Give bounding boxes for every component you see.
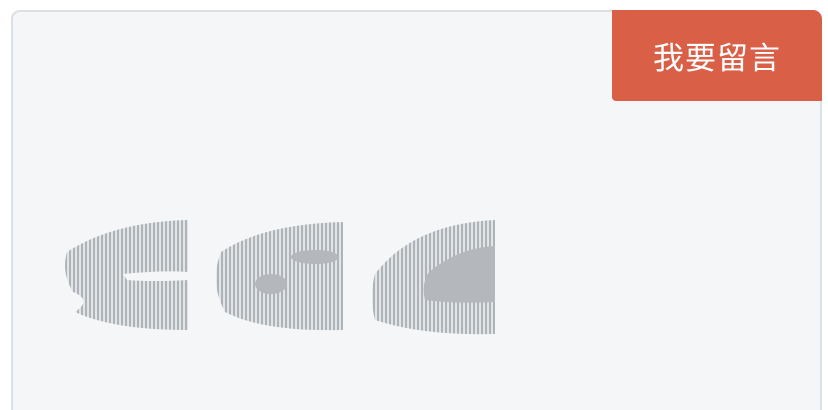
comment-card: 我要留言	[11, 10, 822, 410]
blurred-placeholder-icon	[65, 220, 495, 335]
leave-comment-button[interactable]: 我要留言	[612, 10, 822, 101]
placeholder-shape-3	[372, 220, 495, 335]
placeholder-shape-2	[215, 222, 343, 331]
placeholder-shape-1	[65, 220, 188, 330]
